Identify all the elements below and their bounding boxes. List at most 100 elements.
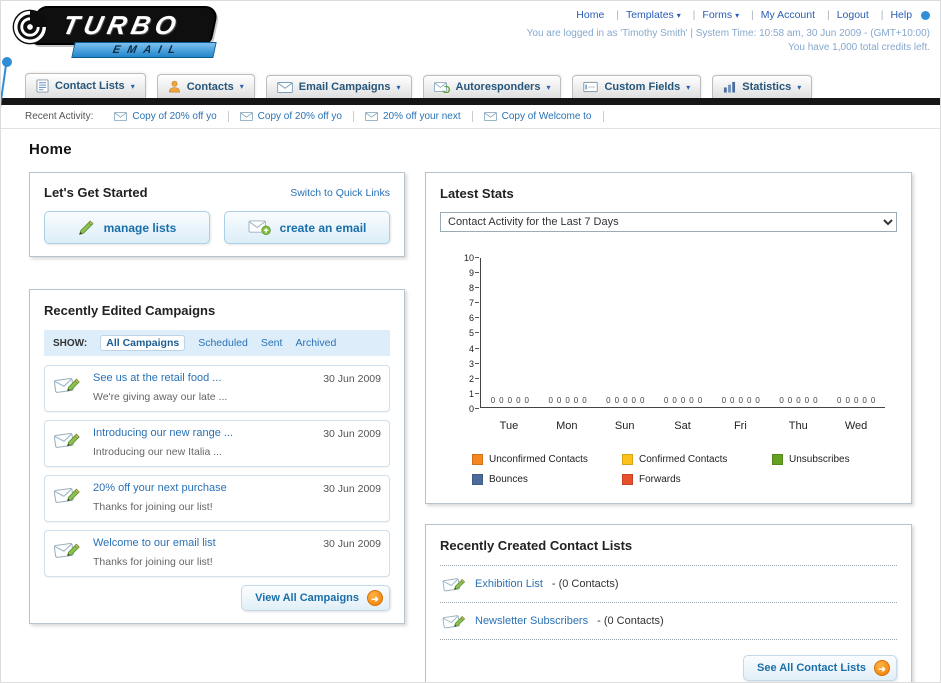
bar-value-label: 0 [697,396,703,405]
credits-status: You have 1,000 total credits left. [788,42,930,53]
y-tick-label: 6 [460,313,480,323]
campaign-title-link[interactable]: Welcome to our email list [93,537,313,549]
tab-email-campaigns[interactable]: Email Campaigns ▾ [265,75,412,98]
bar-value-label: 0 [490,396,496,405]
contact-list-link[interactable]: Newsletter Subscribers [475,615,588,627]
logo-text-email: EMAIL [71,42,217,59]
campaigns-panel-title: Recently Edited Campaigns [44,303,216,318]
campaign-title-link[interactable]: Introducing our new range ... [93,427,313,439]
recent-activity-item[interactable]: Copy of 20% off yo [229,111,354,122]
bar-value-label: 0 [639,396,645,405]
filter-archived[interactable]: Archived [295,337,336,349]
campaign-title-link[interactable]: 20% off your next purchase [93,482,313,494]
bar-value-label: 0 [507,396,513,405]
campaign-title-link[interactable]: See us at the retail food ... [93,372,313,384]
top-nav-templates[interactable]: Templates ▾ [607,9,681,21]
bar-value-label: 0 [853,396,859,405]
arrow-right-icon: ➜ [874,660,890,676]
contact-list-row: Exhibition List - (0 Contacts) [440,565,897,602]
campaign-date: 30 Jun 2009 [323,428,381,440]
tab-contact-lists[interactable]: Contact Lists ▾ [25,73,146,98]
bar-value-label: 0 [565,396,570,405]
bar-value-label: 0 [746,396,752,405]
bar-value-label: 0 [672,396,677,405]
y-tick-label: 2 [460,374,480,384]
legend-swatch [772,454,783,465]
create-an-email-button[interactable]: create an email [224,211,390,244]
legend-swatch [622,454,633,465]
right-column: Latest Stats Contact Activity for the La… [425,172,912,682]
campaign-subtitle: We're giving away our late ... [93,391,228,403]
bar-value-label: 0 [787,396,793,405]
header-right: Home Templates ▾ Forms ▾ My Account Logo… [215,6,932,65]
recent-activity-item[interactable]: 20% off your next [354,111,473,122]
tab-statistics[interactable]: Statistics ▾ [712,75,813,98]
contact-list-count: - (0 Contacts) [551,578,619,590]
activity-link[interactable]: 20% off your next [383,111,461,122]
see-all-contact-lists-button[interactable]: See All Contact Lists ➜ [742,655,897,681]
recently-created-contact-lists-panel: Recently Created Contact Lists Exhibitio… [425,524,912,682]
tab-custom-fields[interactable]: Custom Fields ▾ [572,75,702,98]
x-axis-label: Sat [674,420,691,432]
bar-value-label: 0 [755,396,760,405]
y-tick-label: 1 [460,389,480,399]
legend-label: Forwards [639,474,681,485]
y-tick-label: 7 [460,298,480,308]
campaign-row: See us at the retail food ... We're givi… [44,365,390,412]
tab-autoresponders[interactable]: Autoresponders ▾ [422,75,562,98]
legend-item: Forwards [622,474,772,485]
top-nav-my-account[interactable]: My Account [742,9,815,21]
tab-contacts[interactable]: Contacts ▾ [156,74,255,98]
bar-value-label: 0 [524,396,529,405]
top-nav-home[interactable]: Home [576,9,604,21]
stats-period-select[interactable]: Contact Activity for the Last 7 Days [440,212,897,232]
bar-group: 00000 [481,396,539,405]
bar-value-label: 0 [573,396,579,405]
top-nav-logout[interactable]: Logout [818,9,869,21]
turbo-email-logo[interactable]: TURBO EMAIL [11,6,220,65]
legend-label: Unsubscribes [789,454,850,465]
filter-scheduled[interactable]: Scheduled [198,337,248,349]
tab-label: Contact Lists [55,80,125,92]
view-all-campaigns-button[interactable]: View All Campaigns ➜ [241,585,390,611]
tab-label: Email Campaigns [298,81,391,93]
bar-group: 00000 [654,396,712,405]
y-tick-label: 4 [460,344,480,354]
mail-plus-icon [248,220,271,235]
y-tick-label: 3 [460,359,480,369]
recently-edited-campaigns-panel: Recently Edited Campaigns SHOW: All Camp… [29,289,405,624]
bar-value-label: 0 [870,396,876,405]
latest-stats-panel: Latest Stats Contact Activity for the La… [425,172,912,504]
recent-activity-item[interactable]: Copy of 20% off yo [103,111,229,122]
bar-value-label: 0 [614,396,620,405]
filter-all-campaigns[interactable]: All Campaigns [100,335,186,351]
legend-swatch [472,454,483,465]
top-nav-forms[interactable]: Forms ▾ [684,9,739,21]
y-tick-label: 8 [460,283,480,293]
chart-y-axis: 10 9 8 7 6 5 4 3 2 1 0 [460,253,480,414]
top-nav: Home Templates ▾ Forms ▾ My Account Logo… [215,9,930,21]
chevron-down-icon: ▾ [546,82,551,92]
switch-to-quick-links-link[interactable]: Switch to Quick Links [290,187,390,199]
contacts-icon [168,80,181,93]
activity-link[interactable]: Copy of Welcome to [502,111,592,122]
activity-link[interactable]: Copy of 20% off yo [258,111,342,122]
bar-value-label: 0 [663,396,669,405]
contact-list-link[interactable]: Exhibition List [475,578,543,590]
bar-group: 00000 [827,396,885,405]
bar-value-label: 0 [680,396,686,405]
recent-activity-item[interactable]: Copy of Welcome to [473,111,604,122]
contact-lists-icon [36,79,49,93]
legend-label: Bounces [489,474,528,485]
filter-sent[interactable]: Sent [261,337,283,349]
edit-list-icon [442,611,466,631]
main-nav: Contact Lists ▾ Contacts ▾ Email Campaig… [1,65,940,98]
main-content: Home Let's Get Started Switch to Quick L… [1,129,940,682]
chart-plot-area: 00000000000000000000000000000000000 [480,258,885,408]
edit-mail-icon [53,537,83,570]
activity-link[interactable]: Copy of 20% off yo [132,111,216,122]
campaign-row: Welcome to our email list Thanks for joi… [44,530,390,577]
manage-lists-button[interactable]: manage lists [44,211,210,244]
top-nav-help[interactable]: Help [872,9,912,21]
legend-swatch [472,474,483,485]
